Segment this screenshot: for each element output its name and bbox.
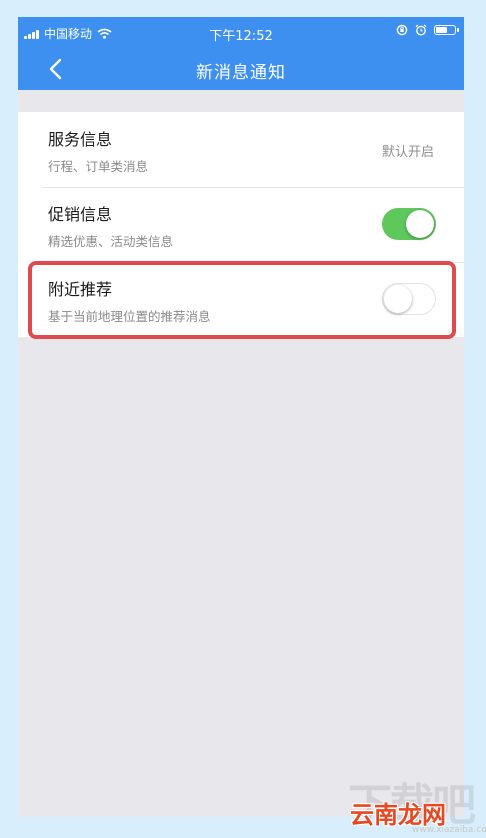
setting-row-nearby: 附近推荐 基于当前地理位置的推荐消息 <box>18 262 464 337</box>
setting-subtitle: 基于当前地理位置的推荐消息 <box>48 309 211 324</box>
setting-title: 附近推荐 <box>48 280 113 299</box>
watermark-url: www.xiazaiba.com <box>412 825 486 835</box>
setting-title: 促销信息 <box>48 205 113 224</box>
status-right <box>396 24 459 36</box>
promotion-toggle[interactable] <box>382 208 436 240</box>
battery-icon <box>434 25 459 35</box>
phone-screen: 中国移动 下午12:52 新消息通知 服务信息 行程、订单类消息 默认开启 促销… <box>18 17 464 817</box>
setting-title: 服务信息 <box>48 130 113 149</box>
setting-subtitle: 行程、订单类消息 <box>48 159 149 174</box>
page-title: 新消息通知 <box>196 63 286 83</box>
watermark: 下载吧 云南龙网 www.xiazaiba.com <box>332 773 486 835</box>
orientation-lock-icon <box>396 24 408 36</box>
nearby-toggle[interactable] <box>382 283 436 315</box>
alarm-icon <box>415 24 427 36</box>
battery-fill <box>436 27 447 33</box>
setting-row-service[interactable]: 服务信息 行程、订单类消息 默认开启 <box>18 112 464 187</box>
toggle-knob <box>384 284 412 313</box>
settings-list: 服务信息 行程、订单类消息 默认开启 促销信息 精选优惠、活动类信息 附近推荐 … <box>18 112 464 337</box>
setting-value: 默认开启 <box>381 145 434 160</box>
status-bar: 中国移动 下午12:52 <box>18 17 464 48</box>
toggle-knob <box>406 210 434 238</box>
setting-subtitle: 精选优惠、活动类信息 <box>48 234 174 249</box>
setting-row-promotion: 促销信息 精选优惠、活动类信息 <box>18 187 464 262</box>
nav-bar: 新消息通知 <box>18 48 464 90</box>
